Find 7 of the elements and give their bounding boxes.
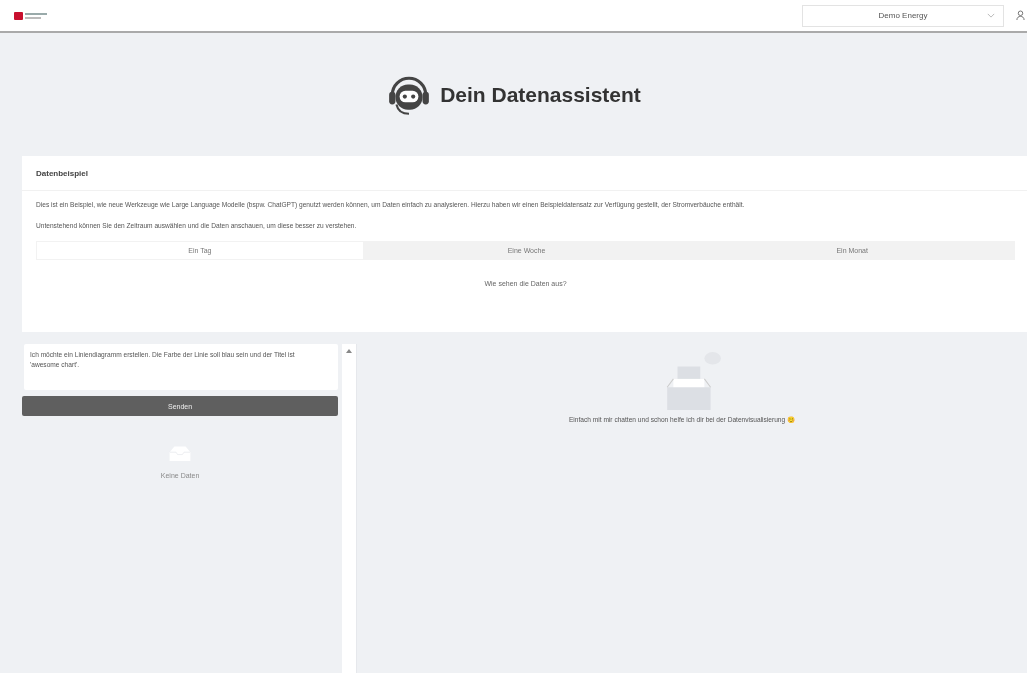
page-title: Dein Datenassistent [440,82,641,107]
chevron-down-icon [987,13,995,18]
card-heading: Datenbeispiel [36,168,88,178]
company-select[interactable]: Demo Energy [802,4,1004,27]
logo-icon [14,10,48,21]
scroll-up-icon[interactable] [346,349,353,353]
user-icon[interactable] [1016,10,1025,21]
